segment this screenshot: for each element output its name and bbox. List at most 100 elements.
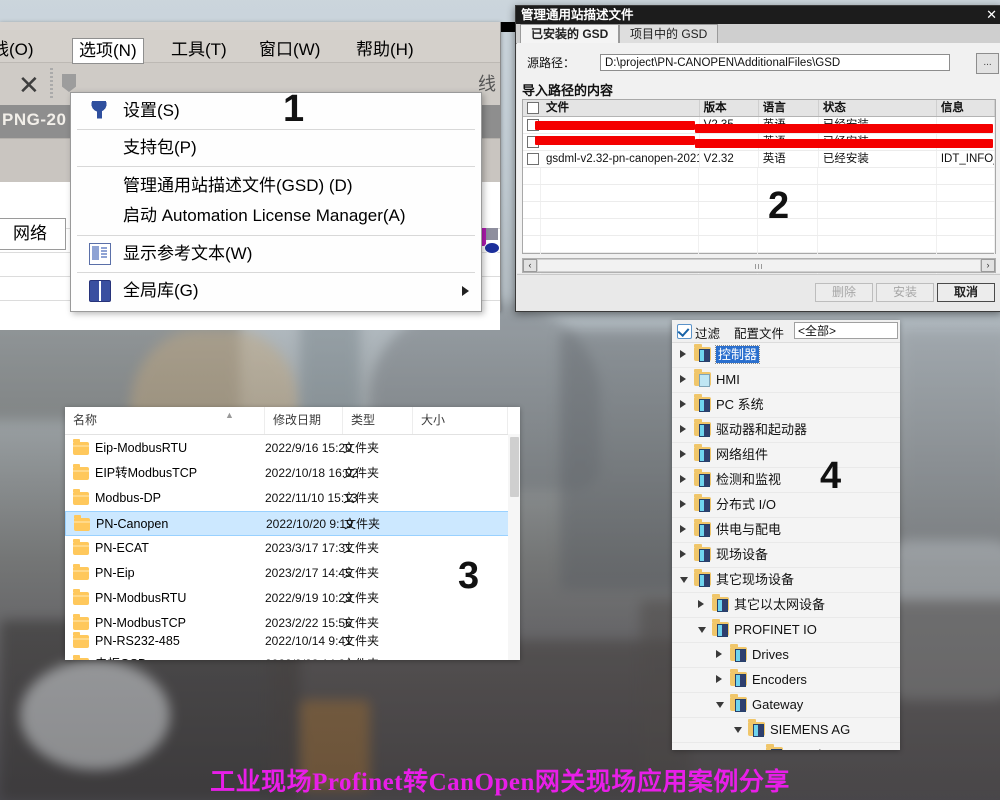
menu-tools[interactable]: 工具(T) [165, 38, 233, 62]
source-path-input[interactable]: D:\project\PN-CANOPEN\AdditionalFiles\GS… [600, 54, 950, 71]
tree-node-detecting-monitoring[interactable]: 检测和监视 [672, 467, 900, 493]
list-item[interactable]: Eip-ModbusRTU 2022/9/16 15:20 文件夹 [65, 436, 520, 461]
tree-node-power-supply[interactable]: 供电与配电 [672, 517, 900, 543]
list-item[interactable]: Modbus-DP 2022/11/10 15:13 文件夹 [65, 486, 520, 511]
close-icon[interactable]: ✕ [986, 7, 997, 23]
menu-item-global-libraries[interactable]: 全局库(G) [71, 273, 481, 309]
column-info[interactable]: 信息 [937, 100, 995, 116]
tree-node-hmi[interactable]: HMI [672, 367, 900, 393]
tree-node-encoders[interactable]: Encoders [672, 667, 900, 693]
filter-checkbox[interactable] [677, 324, 692, 339]
list-item[interactable]: PN-Eip 2023/2/17 14:45 文件夹 [65, 561, 520, 586]
tree-node-label: SIEMENS AG [770, 722, 851, 737]
menu-item-manage-gsd[interactable]: 管理通用站描述文件(GSD) (D) [71, 171, 481, 201]
folder-chip-icon [730, 644, 747, 662]
tree-node-drives[interactable]: 驱动器和起动器 [672, 417, 900, 443]
menu-window[interactable]: 窗口(W) [253, 38, 326, 62]
tree-node-other-ethernet-devices[interactable]: 其它以太网设备 [672, 592, 900, 618]
scroll-left-button[interactable]: ‹ [523, 259, 537, 272]
file-name: Eip-ModbusRTU [95, 441, 188, 455]
tree-node-field-devices[interactable]: 现场设备 [672, 542, 900, 568]
folder-chip-icon [748, 719, 765, 737]
chevron-down-icon[interactable] [716, 702, 724, 708]
chevron-right-icon[interactable] [680, 525, 686, 533]
list-item-selected[interactable]: PN-Canopen 2022/10/20 9:19 文件夹 [65, 511, 520, 536]
scroll-right-button[interactable]: › [981, 259, 995, 272]
chevron-down-icon[interactable] [734, 727, 742, 733]
content-section-title: 导入路径的内容 [522, 83, 614, 98]
chevron-right-icon[interactable] [716, 675, 722, 683]
close-x-icon[interactable]: ✕ [18, 70, 40, 101]
tree-node-siemens-ag[interactable]: SIEMENS AG [672, 717, 900, 743]
tree-node-gateway[interactable]: Gateway [672, 692, 900, 718]
column-file[interactable]: 文件 [542, 100, 700, 116]
tab-installed-gsd[interactable]: 已安装的 GSD [520, 24, 620, 45]
table-row[interactable]: gsdml-v2.32-pn-canopen-202111... V2.32 英… [523, 151, 995, 168]
row-checkbox[interactable] [527, 153, 539, 165]
tree-node-other-field-devices[interactable]: 其它现场设备 [672, 567, 900, 593]
chevron-right-icon[interactable] [680, 475, 686, 483]
column-status[interactable]: 状态 [819, 100, 937, 116]
file-type: 文件夹 [343, 566, 380, 580]
list-item[interactable]: PN-ECAT 2023/3/17 17:31 文件夹 [65, 536, 520, 561]
chevron-right-icon[interactable] [680, 550, 686, 558]
tree-node-label: 供电与配电 [716, 522, 782, 537]
tree-node-pc-systems[interactable]: PC 系统 [672, 392, 900, 418]
chevron-right-icon[interactable] [716, 650, 722, 658]
folder-chip-icon [712, 594, 729, 612]
chevron-down-icon[interactable] [698, 627, 706, 633]
menu-item-settings[interactable]: 设置(S) [71, 93, 481, 129]
chevron-right-icon[interactable] [680, 350, 686, 358]
menu-options[interactable]: 选项(N) [72, 38, 144, 64]
tree-node-profinet-io[interactable]: PROFINET IO [672, 617, 900, 643]
chevron-right-icon[interactable] [680, 500, 686, 508]
tab-project-gsd[interactable]: 项目中的 GSD [619, 24, 719, 44]
file-name: PN-Canopen [96, 517, 169, 531]
column-version[interactable]: 版本 [700, 100, 759, 116]
column-language[interactable]: 语言 [759, 100, 819, 116]
menu-item-show-reference-text[interactable]: 显示参考文本(W) [71, 236, 481, 272]
browse-button[interactable]: ... [976, 53, 999, 74]
table-row[interactable]: V2.35 英语 已经安装 [523, 117, 995, 134]
profile-select[interactable]: <全部> [794, 322, 898, 339]
menu-help[interactable]: 帮助(H) [350, 38, 420, 62]
install-button[interactable]: 安装 [876, 283, 934, 302]
menu-item-label: 管理通用站描述文件(GSD) (D) [123, 176, 353, 195]
bottom-caption: 工业现场Profinet转CanOpen网关现场应用案例分享 [210, 769, 790, 796]
tree-node-controllers[interactable]: 控制器 [672, 342, 900, 368]
tree-node-network-components[interactable]: 网络组件 [672, 442, 900, 468]
cell-status: 已经安装 [819, 151, 937, 167]
chevron-right-icon[interactable] [680, 450, 686, 458]
list-item[interactable]: EIP转ModbusTCP 2022/10/18 16:02 文件夹 [65, 461, 520, 486]
column-name[interactable]: 名称 [65, 407, 265, 434]
select-all-checkbox[interactable] [527, 102, 539, 114]
list-item[interactable]: PN-ModbusRTU 2022/9/19 10:23 文件夹 [65, 586, 520, 611]
menu-item-start-alm[interactable]: 启动 Automation License Manager(A) [71, 201, 481, 231]
table-row[interactable]: 英语 已经安装 [523, 134, 995, 151]
delete-button[interactable]: 删除 [815, 283, 873, 302]
column-size[interactable]: 大小 [413, 407, 508, 434]
tree-node-eectrl[interactable]: Eectrl [672, 742, 900, 750]
chevron-right-icon[interactable] [698, 600, 704, 608]
network-view-button[interactable]: 网络 [0, 218, 66, 250]
scroll-track[interactable] [537, 259, 981, 272]
chevron-right-icon[interactable] [680, 400, 686, 408]
chevron-down-icon[interactable] [680, 577, 688, 583]
horizontal-scrollbar[interactable]: ‹ › [522, 258, 996, 273]
menu-online[interactable]: 线(O) [0, 38, 40, 62]
column-type[interactable]: 类型 [343, 407, 413, 434]
menu-item-support-package[interactable]: 支持包(P) [71, 130, 481, 166]
cancel-button[interactable]: 取消 [937, 283, 995, 302]
list-item[interactable]: 电柜GSD 2022/9/23 14:26 文件夹 [65, 652, 520, 660]
explorer-scroll-thumb[interactable] [510, 437, 519, 497]
wrench-icon [89, 101, 109, 121]
scroll-thumb[interactable] [537, 259, 981, 272]
tree-node-drives-en[interactable]: Drives [672, 642, 900, 668]
file-type: 文件夹 [343, 652, 379, 660]
chevron-right-icon[interactable] [680, 425, 686, 433]
column-date[interactable]: 修改日期 [265, 407, 343, 434]
tree-node-distributed-io[interactable]: 分布式 I/O [672, 492, 900, 518]
list-item[interactable]: PN-RS232-485 2022/10/14 9:41 文件夹 [65, 629, 520, 654]
file-type: 文件夹 [343, 441, 380, 455]
chevron-right-icon[interactable] [680, 375, 686, 383]
